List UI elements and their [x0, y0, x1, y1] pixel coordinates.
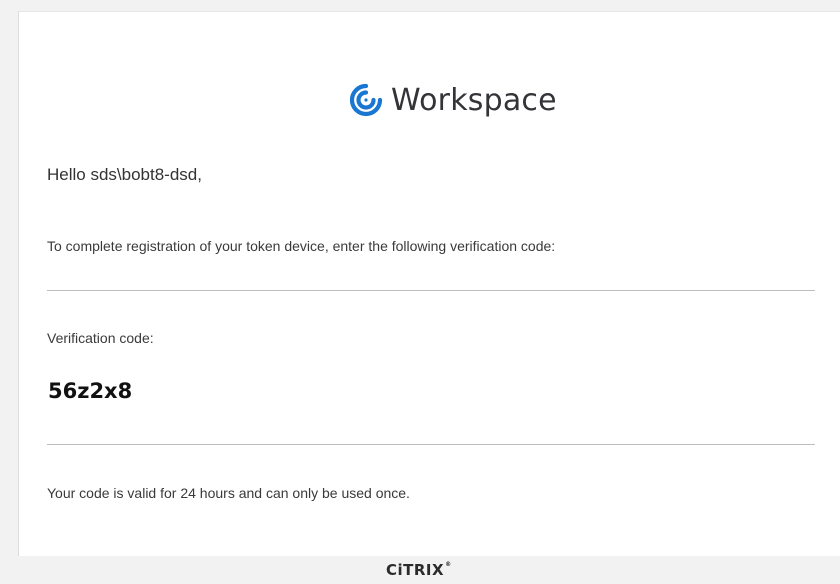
citrix-logo: CiTRIX® — [386, 561, 452, 579]
divider — [47, 444, 815, 445]
divider — [47, 290, 815, 291]
verification-code-label: Verification code: — [47, 330, 154, 346]
verification-code-value: 56z2x8 — [48, 379, 133, 403]
trademark-symbol: ® — [445, 561, 452, 568]
email-card: Workspace Hello sds\bobt8-dsd, To comple… — [18, 11, 840, 556]
email-page: Workspace Hello sds\bobt8-dsd, To comple… — [0, 0, 840, 584]
intro-text: To complete registration of your token d… — [47, 238, 556, 254]
workspace-brand: Workspace — [349, 78, 557, 122]
brand-name: Workspace — [391, 82, 557, 118]
greeting-text: Hello sds\bobt8-dsd, — [47, 165, 202, 184]
citrix-workspace-icon — [349, 83, 383, 117]
citrix-logo-text: CiTRIX — [386, 561, 445, 579]
validity-note: Your code is valid for 24 hours and can … — [47, 485, 410, 501]
